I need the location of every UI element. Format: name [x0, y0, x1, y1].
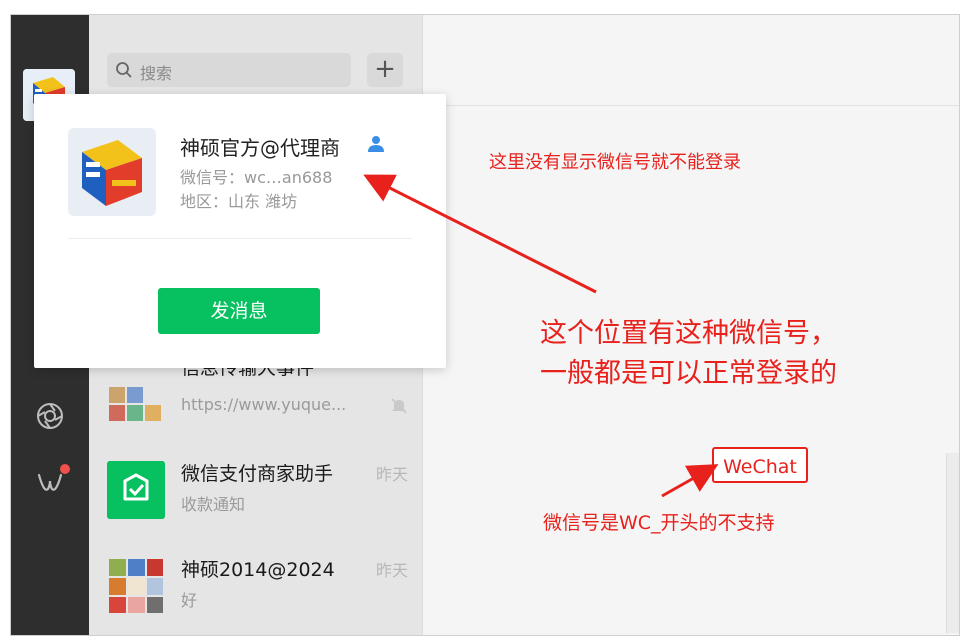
chat-title: 微信支付商家助手	[181, 463, 334, 485]
wechat-label-box: WeChat	[712, 447, 808, 483]
annotation-middle-line2: 一般都是可以正常登录的	[540, 358, 837, 389]
group-avatar	[107, 557, 165, 615]
search-input[interactable]: 搜索	[107, 53, 351, 87]
chat-preview: 好	[181, 591, 198, 610]
chat-row[interactable]: 微信支付商家助手 收款通知 昨天	[89, 445, 422, 541]
contact-region: 地区：山东 潍坊	[180, 192, 298, 211]
wechat-id: 微信号：wc…an688	[180, 168, 333, 187]
scrollbar[interactable]	[946, 453, 959, 633]
annotation-top: 这里没有显示微信号就不能登录	[489, 152, 741, 173]
notification-dot	[59, 463, 71, 475]
header-divider	[423, 105, 959, 106]
search-icon	[116, 62, 132, 78]
add-button[interactable]: +	[367, 53, 403, 87]
contact-profile-popup: 神硕官方@代理商 微信号：wc…an688 地区：山东 潍坊 发消息	[34, 94, 446, 368]
chat-preview: 收款通知	[181, 495, 246, 514]
mute-icon	[391, 398, 407, 414]
chat-time: 昨天	[375, 561, 408, 580]
send-message-button[interactable]: 发消息	[158, 288, 320, 334]
annotation-bottom: 微信号是WC_开头的不支持	[543, 512, 775, 534]
group-avatar	[107, 365, 165, 423]
annotation-middle: 这个位置有这种微信号， 一般都是可以正常登录的	[540, 314, 837, 394]
chat-preview: https://www.yuque...	[181, 395, 347, 414]
annotation-middle-line1: 这个位置有这种微信号，	[540, 318, 837, 349]
search-placeholder: 搜索	[140, 64, 173, 83]
contact-avatar	[68, 128, 156, 216]
chat-row[interactable]: 神硕2014@2024 好 昨天	[89, 541, 422, 635]
pay-assistant-avatar	[107, 461, 165, 519]
chat-time: 昨天	[375, 465, 408, 484]
person-icon	[368, 136, 384, 152]
chat-title: 神硕2014@2024	[181, 559, 335, 581]
contact-name: 神硕官方@代理商	[180, 136, 340, 160]
moments-icon[interactable]	[35, 401, 65, 431]
popup-divider	[68, 238, 412, 239]
